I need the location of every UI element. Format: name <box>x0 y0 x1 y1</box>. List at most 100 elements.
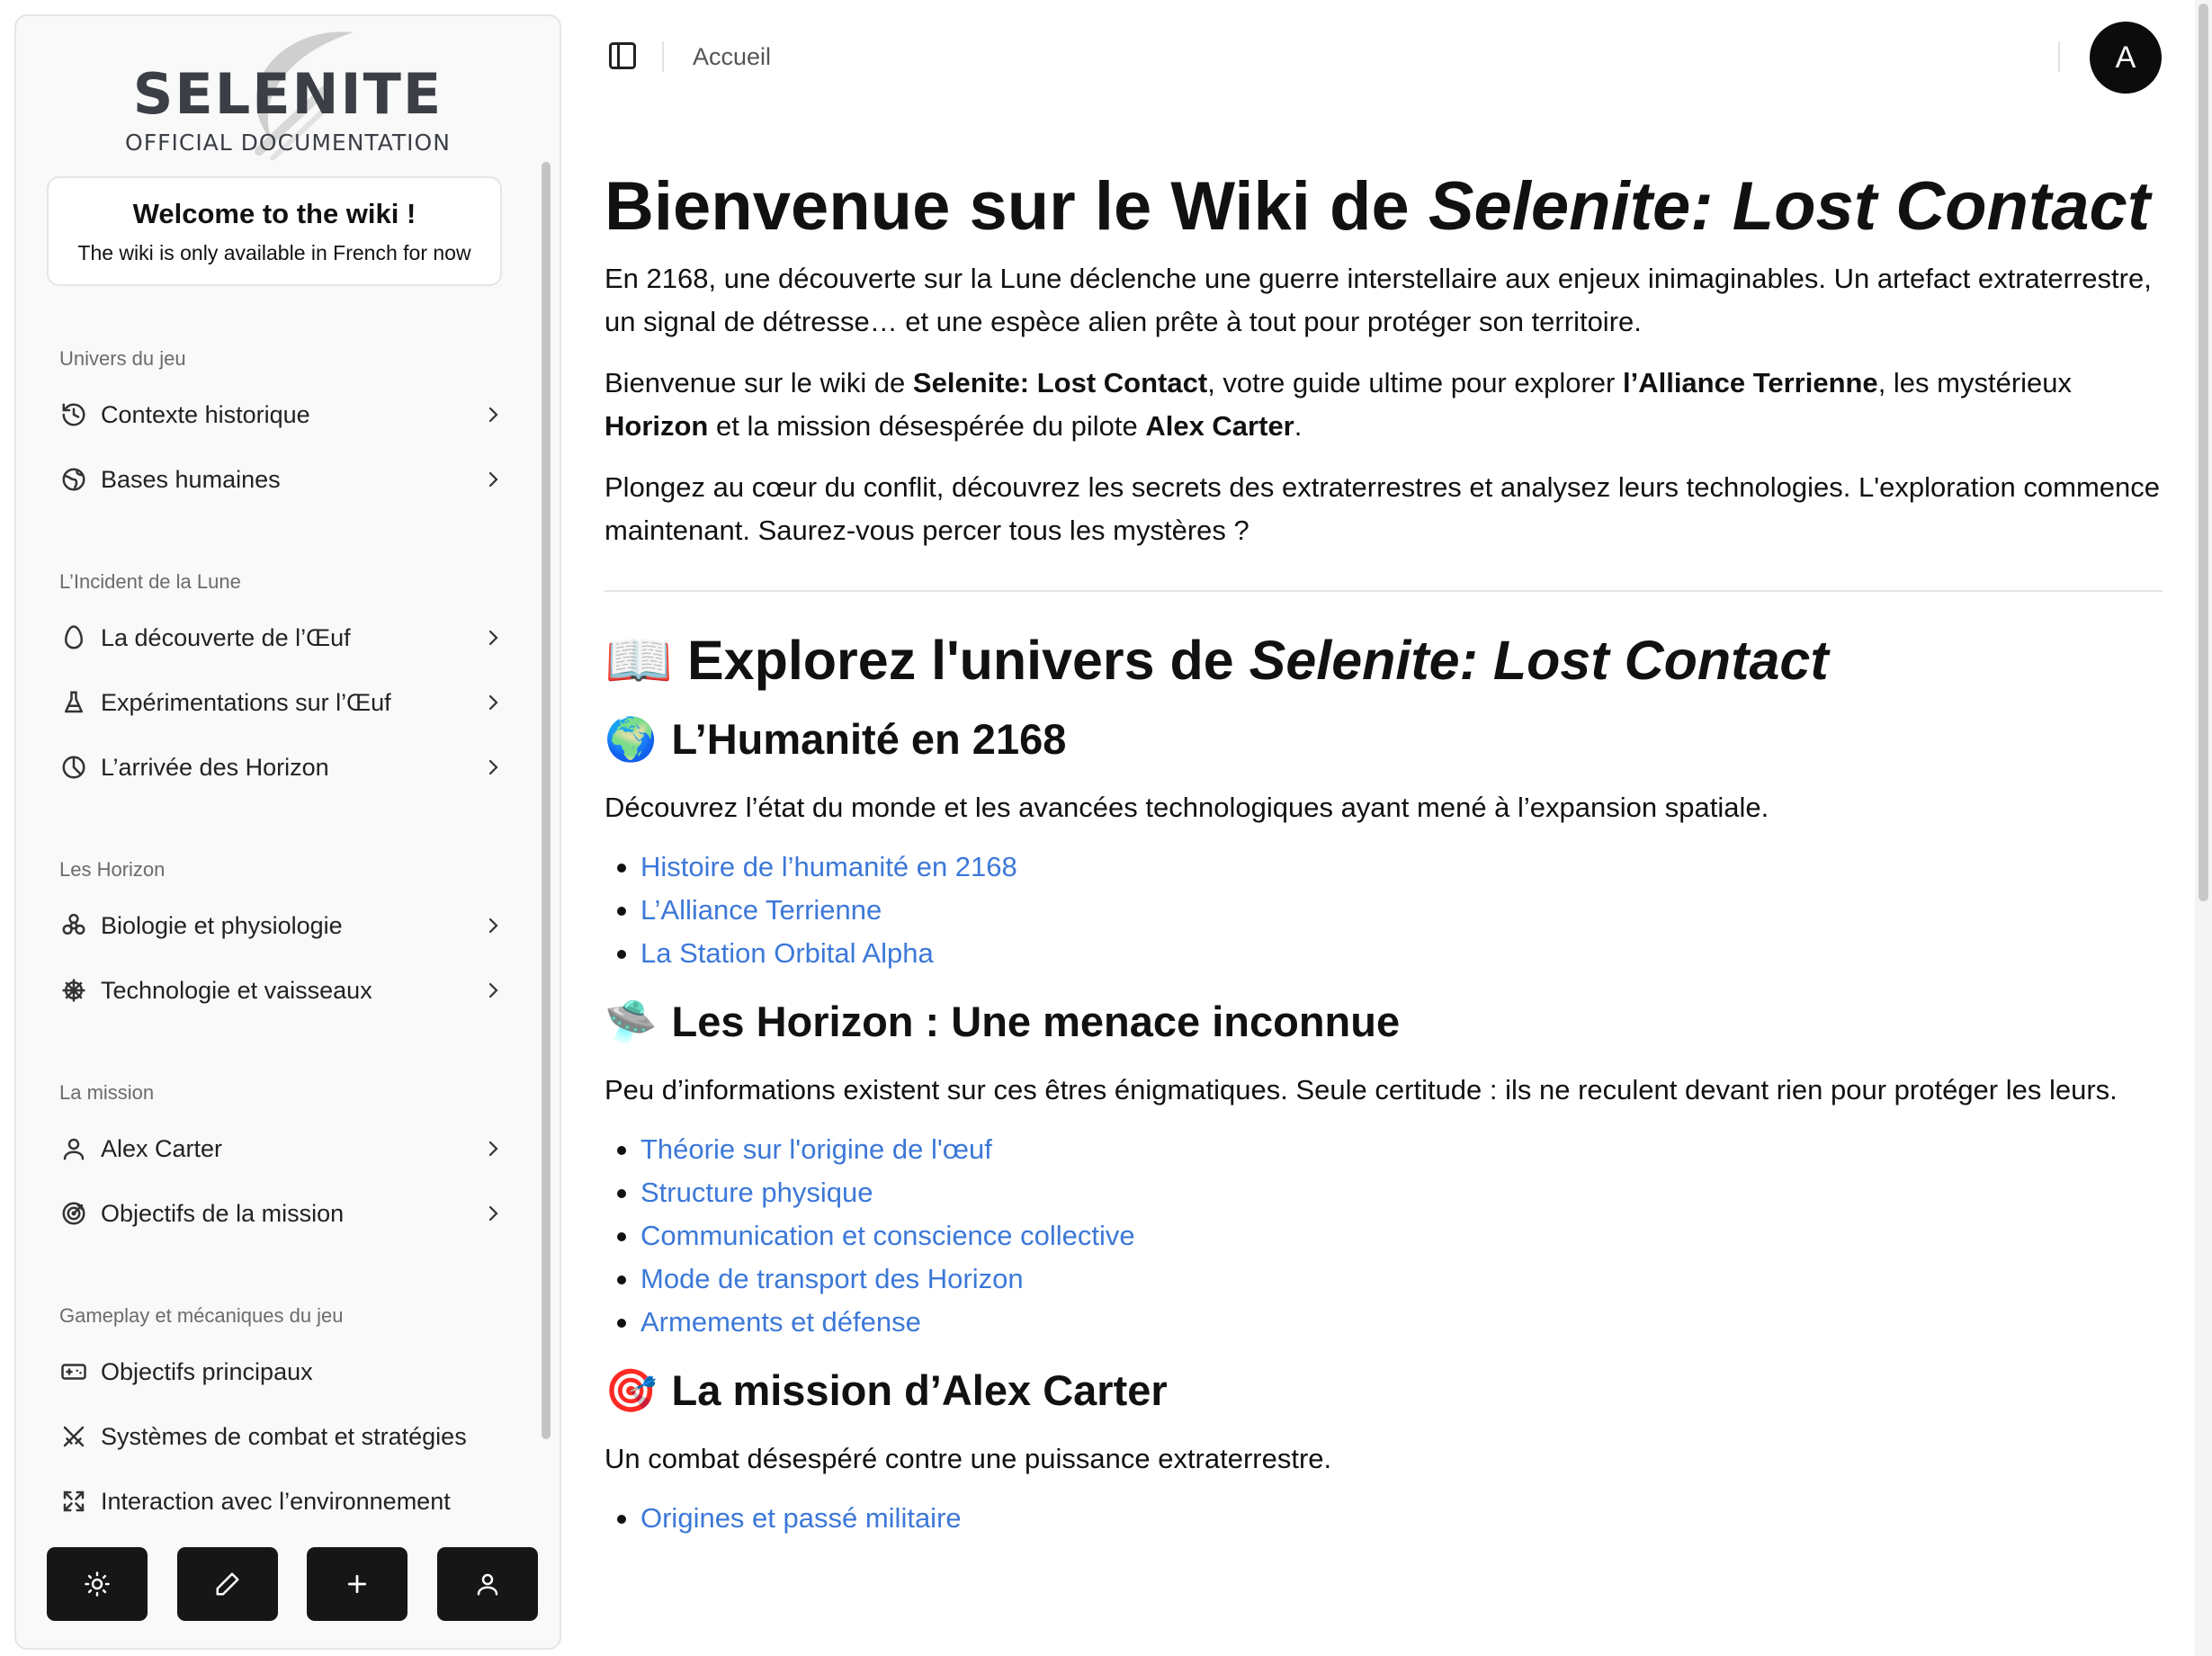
list-item: Structure physique <box>604 1171 2163 1214</box>
sidebar-item-objectifs-principaux[interactable]: Objectifs principaux <box>52 1346 511 1398</box>
text: , les mystérieux <box>1877 366 2073 398</box>
page-title: Bienvenue sur le Wiki de Selenite: Lost … <box>604 171 2163 243</box>
list-item: Communication et conscience collective <box>604 1214 2163 1258</box>
nav-group-label: Gameplay et mécaniques du jeu <box>59 1304 344 1327</box>
text: Bienvenue sur le wiki de <box>604 366 913 398</box>
wiki-link[interactable]: L’Alliance Terrienne <box>640 894 882 926</box>
sun-icon <box>85 1571 110 1597</box>
text: et la mission désespérée du pilote <box>708 409 1146 442</box>
flask-icon <box>59 688 88 717</box>
sidebar-item-label: Objectifs principaux <box>101 1357 313 1385</box>
list-item: Théorie sur l'origine de l'œuf <box>604 1128 2163 1171</box>
text: . <box>1294 409 1303 442</box>
chevron-right-icon <box>480 1201 506 1226</box>
game-name: Selenite: Lost Contact <box>1249 629 1829 691</box>
sidebar-scrollbar-thumb[interactable] <box>542 162 551 1439</box>
chevron-right-icon <box>480 402 506 427</box>
sidebar-item-interaction-environnement[interactable]: Interaction avec l’environnement <box>52 1475 511 1527</box>
wiki-link[interactable]: Structure physique <box>640 1177 873 1208</box>
wiki-link[interactable]: Histoire de l’humanité en 2168 <box>640 851 1017 882</box>
welcome-card: Welcome to the wiki ! The wiki is only a… <box>47 176 502 286</box>
sidebar-item-objectifs-mission[interactable]: Objectifs de la mission <box>52 1187 511 1240</box>
nav-group-label: Univers du jeu <box>59 347 186 370</box>
sidebar-item-experimentations-oeuf[interactable]: Expérimentations sur l’Œuf <box>52 676 511 729</box>
sidebar-item-label: Contexte historique <box>101 400 310 428</box>
wiki-link[interactable]: Mode de transport des Horizon <box>640 1263 1024 1294</box>
page-scrollbar-thumb[interactable] <box>2199 4 2208 901</box>
user-icon <box>477 1573 498 1596</box>
edit-button[interactable] <box>176 1547 278 1621</box>
egg-icon <box>59 623 88 652</box>
breadcrumb[interactable]: Accueil <box>693 43 771 71</box>
globe-emoji-icon: 🌍 <box>604 714 658 763</box>
target-icon <box>59 1199 88 1228</box>
ufo-icon: 🛸 <box>604 997 658 1045</box>
nav-group-label: Les Horizon <box>59 858 166 881</box>
history-icon <box>59 400 88 429</box>
divider <box>2058 41 2060 72</box>
main-content: Bienvenue sur le Wiki de Selenite: Lost … <box>604 171 2163 1540</box>
list-item: La Station Orbital Alpha <box>604 932 2163 975</box>
section-text: Un combat désespéré contre une puissance… <box>604 1442 1332 1474</box>
bold-text: Horizon <box>604 409 709 442</box>
gamepad-icon <box>59 1357 88 1386</box>
sidebar-item-label: Expérimentations sur l’Œuf <box>101 688 391 716</box>
chevron-right-icon <box>480 625 506 650</box>
bold-text: Alex Carter <box>1145 409 1294 442</box>
chevron-right-icon <box>480 755 506 780</box>
globe-icon <box>59 465 88 494</box>
sidebar-scrollbar[interactable] <box>542 162 551 1439</box>
wiki-link[interactable]: Origines et passé militaire <box>640 1502 962 1534</box>
user-icon <box>59 1134 88 1163</box>
wiki-link[interactable]: Communication et conscience collective <box>640 1220 1135 1251</box>
panel-left-icon <box>609 42 636 69</box>
chevron-right-icon <box>480 913 506 938</box>
nav-group-label: L’Incident de la Lune <box>59 570 241 593</box>
sidebar: SELENITE OFFICIAL DOCUMENTATION Welcome … <box>14 14 561 1650</box>
swords-icon <box>59 1422 88 1451</box>
sidebar-toggle-button[interactable] <box>606 40 639 72</box>
page-title-game-name: Selenite: Lost Contact <box>1428 168 2151 245</box>
list-item: Origines et passé militaire <box>604 1497 2163 1540</box>
wiki-link[interactable]: La Station Orbital Alpha <box>640 937 934 969</box>
text: , votre guide ultime pour explorer <box>1207 366 1623 398</box>
add-page-button[interactable] <box>307 1547 408 1621</box>
theme-toggle-button[interactable] <box>47 1547 148 1621</box>
sidebar-item-arrivee-horizon[interactable]: L’arrivée des Horizon <box>52 741 511 793</box>
page-scrollbar[interactable] <box>2195 0 2212 1656</box>
nav-group-label: La mission <box>59 1081 155 1104</box>
top-bar: Accueil A <box>576 0 2177 117</box>
welcome-paragraph: Bienvenue sur le wiki de Selenite: Lost … <box>604 362 2163 448</box>
sidebar-item-contexte-historique[interactable]: Contexte historique <box>52 389 511 441</box>
sidebar-item-label: Technologie et vaisseaux <box>101 976 372 1004</box>
sidebar-item-label: Biologie et physiologie <box>101 911 343 939</box>
sidebar-item-label: Alex Carter <box>101 1134 223 1162</box>
sidebar-item-technologie[interactable]: Technologie et vaisseaux <box>52 964 511 1016</box>
link-list: Histoire de l’humanité en 2168 L’Allianc… <box>604 846 2163 975</box>
pie-chart-icon <box>59 753 88 782</box>
wiki-link[interactable]: Armements et défense <box>640 1306 921 1338</box>
logo[interactable]: SELENITE OFFICIAL DOCUMENTATION <box>16 16 560 160</box>
account-button[interactable] <box>436 1547 538 1621</box>
section-text: Découvrez l’état du monde et les avancée… <box>604 791 1769 823</box>
sidebar-item-alex-carter[interactable]: Alex Carter <box>52 1123 511 1175</box>
list-item: Histoire de l’humanité en 2168 <box>604 846 2163 889</box>
sidebar-item-systemes-combat[interactable]: Systèmes de combat et stratégies <box>52 1410 511 1463</box>
plus-icon <box>348 1574 367 1594</box>
sidebar-item-bases-humaines[interactable]: Bases humaines <box>52 453 511 506</box>
section-title: La mission d’Alex Carter <box>671 1366 1168 1415</box>
sidebar-item-decouverte-oeuf[interactable]: La découverte de l’Œuf <box>52 612 511 664</box>
book-icon: 📖 <box>604 629 673 691</box>
list-item: Mode de transport des Horizon <box>604 1258 2163 1301</box>
sidebar-item-biologie[interactable]: Biologie et physiologie <box>52 900 511 952</box>
bold-text: l’Alliance Terrienne <box>1622 366 1878 398</box>
sidebar-item-label: Interaction avec l’environnement <box>101 1487 451 1515</box>
target-emoji-icon: 🎯 <box>604 1365 658 1414</box>
sidebar-item-label: Bases humaines <box>101 465 281 493</box>
pencil-icon <box>216 1572 239 1596</box>
avatar[interactable]: A <box>2090 22 2162 94</box>
text: Explorez l'univers de <box>686 629 1249 691</box>
logo-subtitle: OFFICIAL DOCUMENTATION <box>125 130 451 156</box>
wiki-link[interactable]: Théorie sur l'origine de l'œuf <box>640 1133 992 1165</box>
section-title: Les Horizon : Une menace inconnue <box>671 998 1401 1046</box>
